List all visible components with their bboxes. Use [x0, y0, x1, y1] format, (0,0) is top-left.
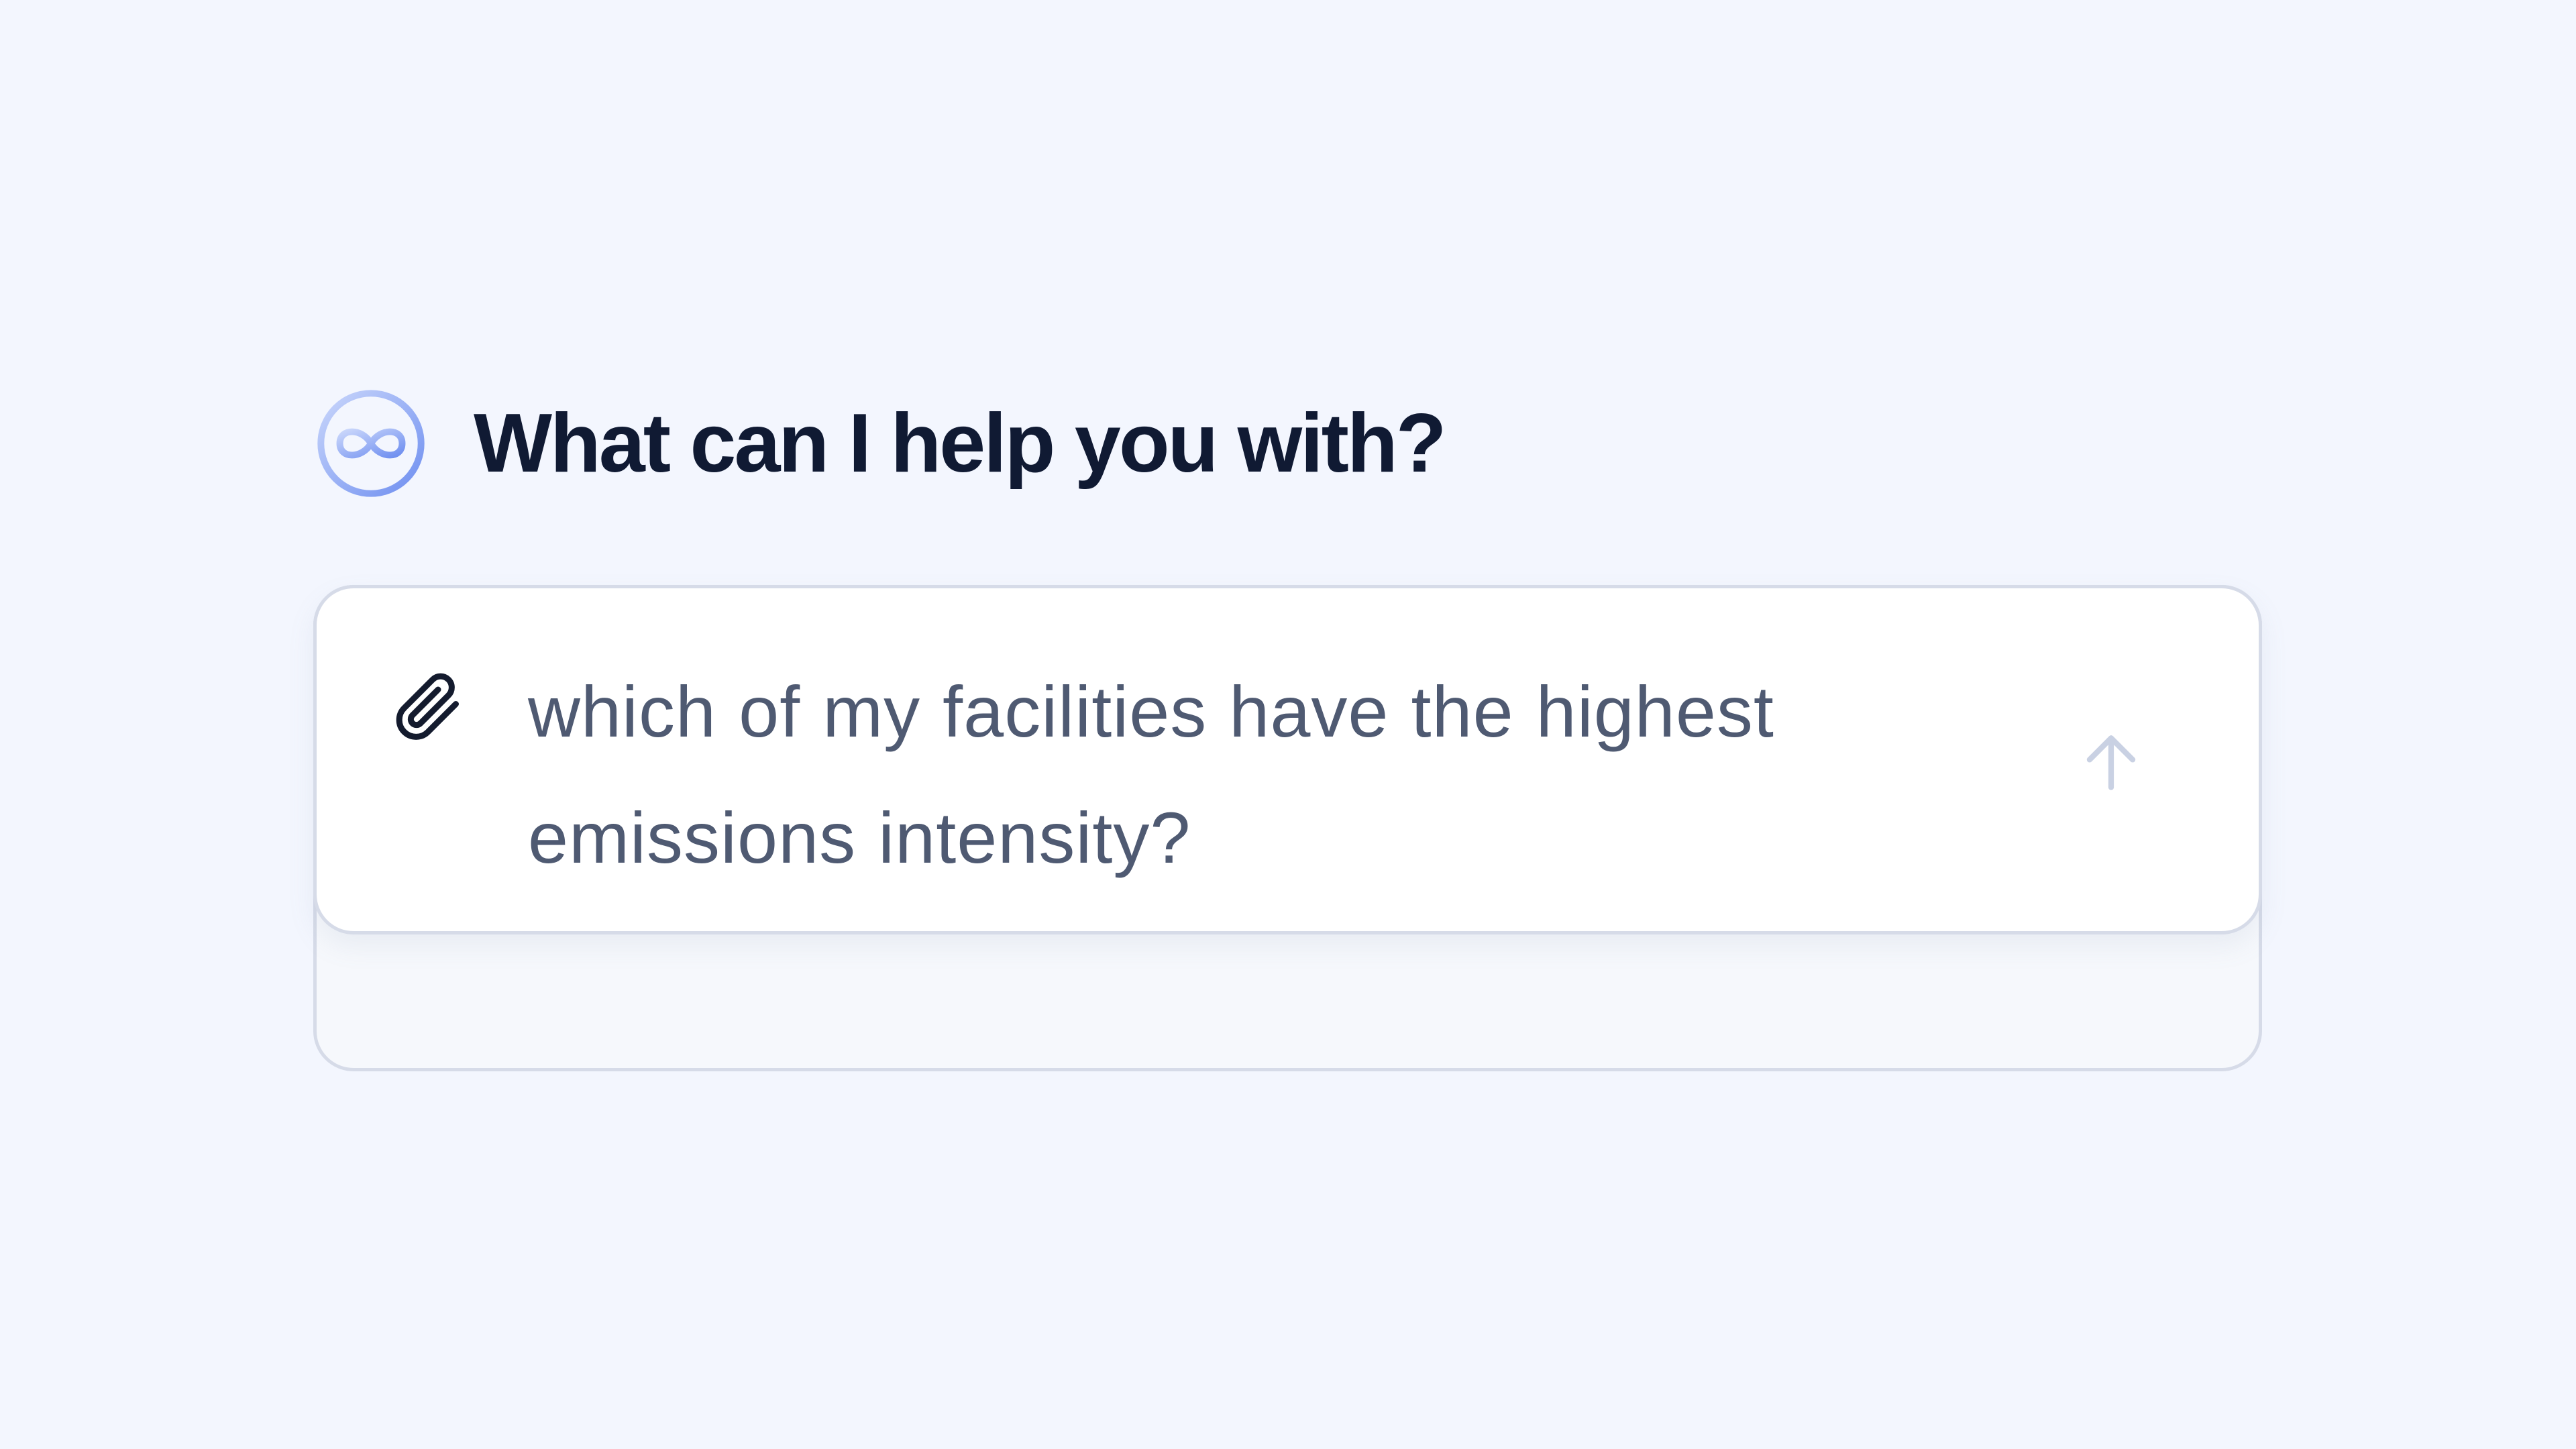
infinity-circle-logo-icon	[315, 388, 427, 499]
arrow-up-icon	[2086, 735, 2136, 790]
paperclip-icon[interactable]	[387, 665, 468, 746]
assistant-header: What can I help you with?	[315, 388, 1446, 499]
send-button[interactable]	[2074, 726, 2148, 800]
chat-start-screen: What can I help you with? which of my fa…	[0, 0, 2576, 1449]
message-input[interactable]: which of my facilities have the highest …	[528, 649, 2071, 901]
chat-composer[interactable]: which of my facilities have the highest …	[313, 585, 2262, 934]
page-title: What can I help you with?	[474, 397, 1446, 490]
